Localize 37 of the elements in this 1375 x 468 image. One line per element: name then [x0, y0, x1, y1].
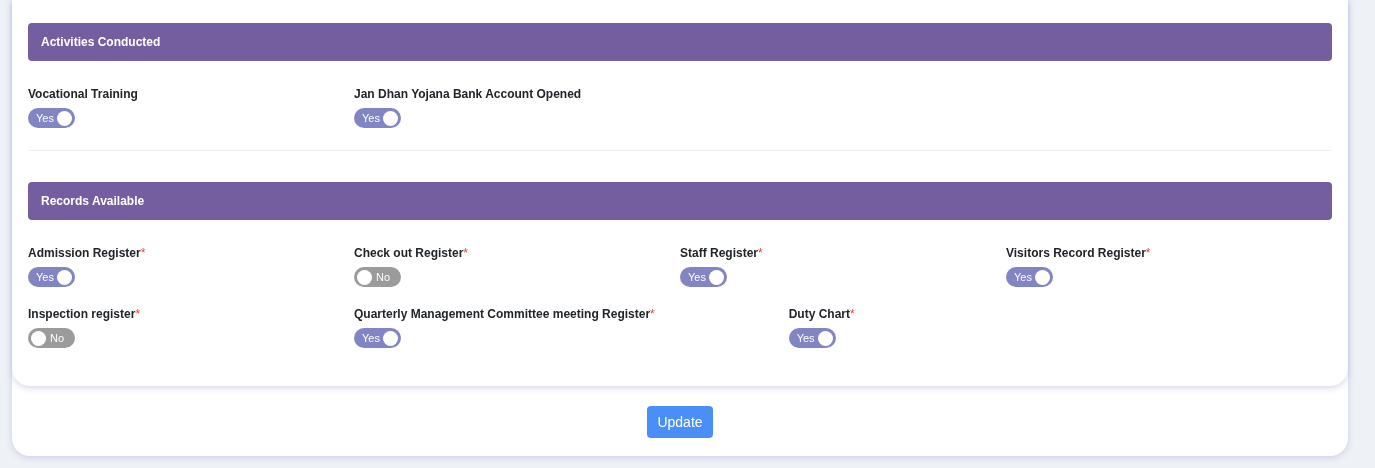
field-label: Check out Register [354, 245, 464, 261]
required-mark: * [1145, 245, 1151, 261]
required-mark: * [650, 306, 655, 322]
toggle-switch[interactable]: No [354, 267, 401, 287]
field-label: Quarterly Management Committee meeting Register [354, 306, 651, 322]
required-mark: * [758, 245, 763, 261]
toggle-switch[interactable]: Yes [28, 108, 75, 128]
required-mark: * [140, 245, 146, 261]
toggle-knob [57, 110, 72, 126]
field-label: Vocational Training [28, 86, 138, 102]
required-mark: * [135, 306, 141, 322]
required-mark: * [463, 245, 469, 261]
toggle-switch[interactable]: Yes [28, 267, 75, 287]
toggle-switch[interactable]: Yes [680, 267, 727, 287]
field-label: Inspection register [28, 306, 136, 322]
toggle-switch[interactable]: No [28, 328, 75, 348]
toggle-knob [1035, 269, 1050, 285]
toggle-knob [383, 110, 398, 126]
section-header: Records Available [28, 182, 1332, 220]
toggle-knob [31, 330, 46, 346]
toggle-knob [57, 269, 72, 285]
field-label: Admission Register [28, 245, 141, 261]
toggle-knob [817, 330, 833, 346]
section-header: Activities Conducted [28, 23, 1332, 61]
field-label: Staff Register [680, 245, 759, 261]
required-mark: * [850, 306, 855, 322]
toggle-knob [357, 269, 372, 285]
update-button[interactable]: Update [647, 406, 713, 438]
toggle-knob [383, 330, 398, 346]
toggle-switch[interactable]: Yes [354, 108, 401, 128]
toggle-switch[interactable]: Yes [788, 328, 836, 348]
toggle-switch[interactable]: Yes [354, 328, 401, 348]
field-label: Duty Chart [788, 306, 850, 322]
toggle-switch[interactable]: Yes [1006, 267, 1053, 287]
field-label: Jan Dhan Yojana Bank Account Opened [354, 86, 582, 102]
toggle-knob [709, 269, 724, 285]
field-label: Visitors Record Register [1006, 245, 1146, 261]
